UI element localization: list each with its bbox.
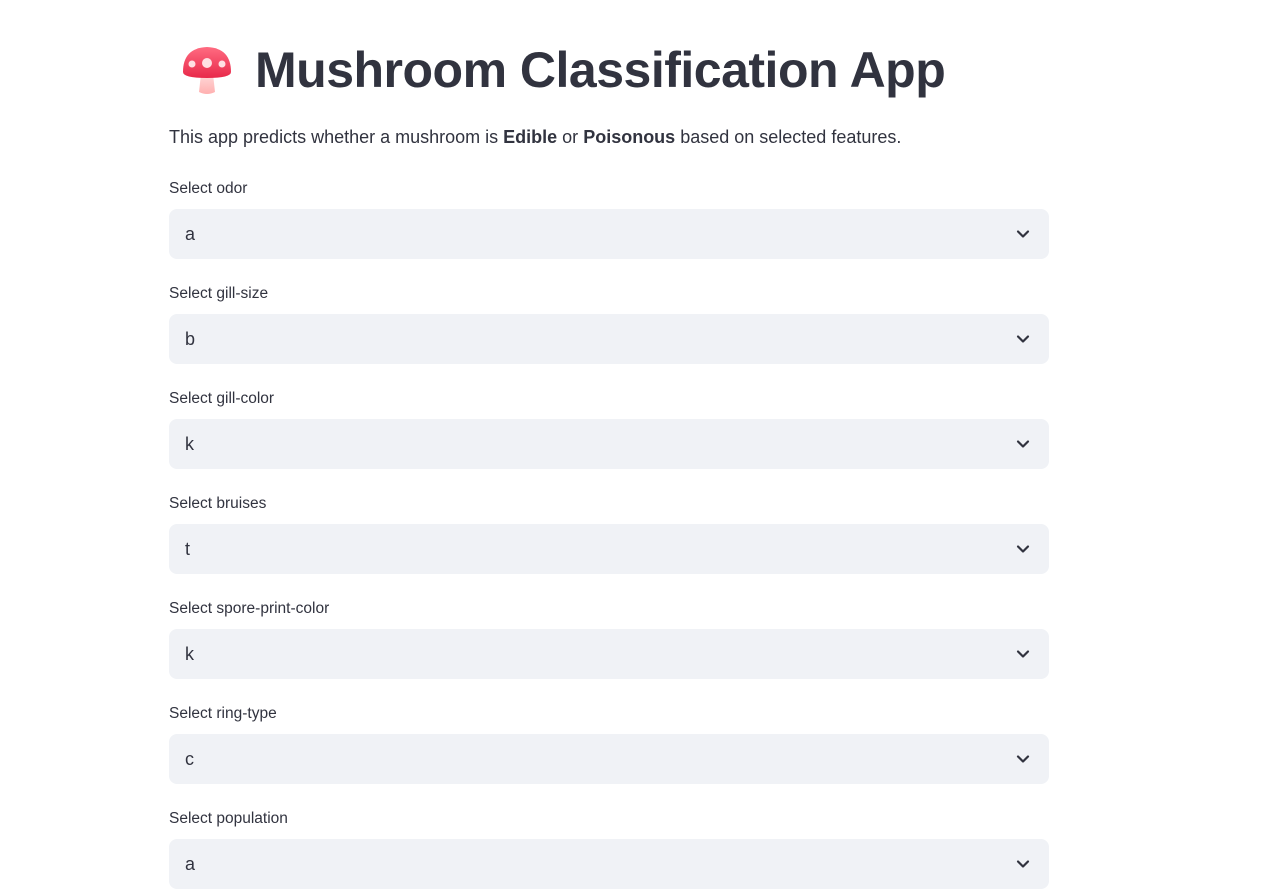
mushroom-icon — [179, 42, 235, 98]
odor-field: Select odor a — [169, 179, 1049, 259]
population-select[interactable]: a — [169, 839, 1049, 889]
chevron-down-icon — [1016, 755, 1030, 763]
gill-color-label: Select gill-color — [169, 390, 275, 407]
odor-select[interactable]: a — [169, 209, 1049, 259]
gill-size-label: Select gill-size — [169, 285, 269, 302]
description-poisonous: Poisonous — [583, 127, 676, 147]
app-description: This app predicts whether a mushroom is … — [169, 125, 901, 149]
description-middle: or — [557, 127, 584, 147]
spore-print-color-select-value: k — [185, 644, 194, 664]
ring-type-select[interactable]: c — [169, 734, 1049, 784]
spore-print-color-field: Select spore-print-color k — [169, 599, 1049, 679]
bruises-label: Select bruises — [169, 495, 267, 512]
spore-print-color-label: Select spore-print-color — [169, 600, 330, 617]
description-edible: Edible — [503, 127, 558, 147]
gill-color-select[interactable]: k — [169, 419, 1049, 469]
description-prefix: This app predicts whether a mushroom is — [169, 127, 504, 147]
chevron-down-icon — [1016, 440, 1030, 448]
ring-type-label: Select ring-type — [169, 705, 277, 722]
page-title-row: Mushroom Classification App — [179, 38, 946, 102]
gill-color-select-value: k — [185, 434, 194, 454]
population-label: Select population — [169, 810, 288, 827]
chevron-down-icon — [1016, 650, 1030, 658]
odor-select-value: a — [185, 224, 196, 244]
gill-size-field: Select gill-size b — [169, 284, 1049, 364]
population-field: Select population a — [169, 809, 1049, 889]
chevron-down-icon — [1016, 860, 1030, 868]
spore-print-color-select[interactable]: k — [169, 629, 1049, 679]
odor-label: Select odor — [169, 180, 248, 197]
population-select-value: a — [185, 854, 196, 874]
ring-type-select-value: c — [185, 749, 194, 769]
chevron-down-icon — [1016, 545, 1030, 553]
chevron-down-icon — [1016, 230, 1030, 238]
page-title: Mushroom Classification App — [255, 42, 946, 98]
description-suffix: based on selected features. — [675, 127, 902, 147]
bruises-select-value: t — [185, 539, 191, 559]
gill-color-field: Select gill-color k — [169, 389, 1049, 469]
bruises-field: Select bruises t — [169, 494, 1049, 574]
ring-type-field: Select ring-type c — [169, 704, 1049, 784]
chevron-down-icon — [1016, 335, 1030, 343]
gill-size-select[interactable]: b — [169, 314, 1049, 364]
bruises-select[interactable]: t — [169, 524, 1049, 574]
gill-size-select-value: b — [185, 329, 196, 349]
